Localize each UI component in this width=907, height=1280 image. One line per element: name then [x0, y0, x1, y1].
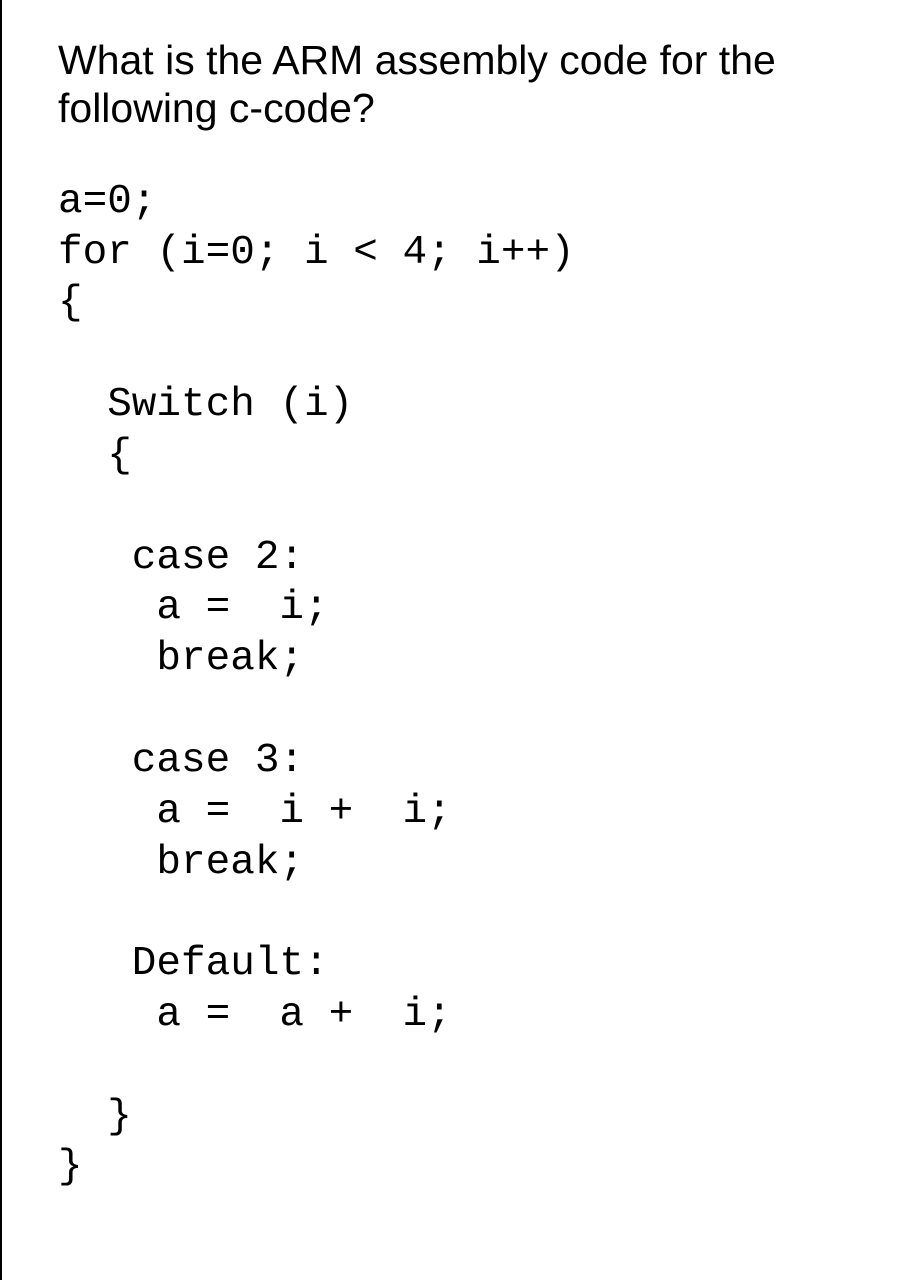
question-text: What is the ARM assembly code for the fo…: [58, 36, 867, 133]
page-container: What is the ARM assembly code for the fo…: [0, 0, 907, 1280]
code-block: a=0; for (i=0; i < 4; i++) { Switch (i) …: [58, 177, 867, 1194]
